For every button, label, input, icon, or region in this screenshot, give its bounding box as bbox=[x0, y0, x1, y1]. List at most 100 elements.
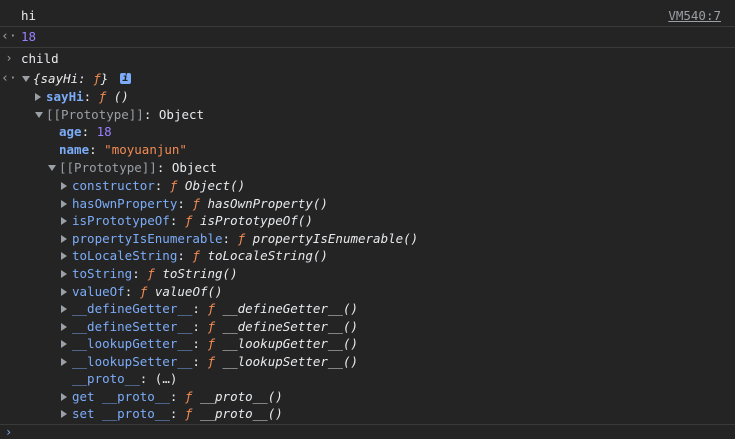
property-key: __lookupGetter__ bbox=[72, 336, 193, 351]
property-key: __lookupSetter__ bbox=[72, 354, 193, 369]
property-key: __proto__ bbox=[72, 371, 140, 386]
function-signature: __defineGetter__() bbox=[222, 301, 359, 316]
property-key: toLocaleString bbox=[72, 248, 178, 263]
triangle-right-icon[interactable] bbox=[61, 340, 67, 348]
triangle-right-icon[interactable] bbox=[61, 217, 67, 225]
function-signature: valueOf() bbox=[154, 284, 223, 299]
method-entry: propertyIsEnumerable: ƒ propertyIsEnumer… bbox=[72, 231, 419, 246]
setter-entry: set __proto__: ƒ __proto__() bbox=[72, 406, 283, 421]
tree-item-getter[interactable]: get __proto__: ƒ __proto__() bbox=[0, 388, 735, 406]
name-entry: name: "moyuanjun" bbox=[59, 142, 187, 157]
method-entry: isPrototypeOf: ƒ isPrototypeOf() bbox=[72, 213, 313, 228]
function-marker: ƒ bbox=[147, 266, 155, 281]
prototype-label: [[Prototype]] bbox=[59, 160, 157, 175]
devtools-console: hi VM540:7 ‹· 18 › child ‹· {sayHi: ƒ} i… bbox=[0, 0, 735, 439]
prototype-label: [[Prototype]] bbox=[46, 107, 144, 122]
method-entry: valueOf: ƒ valueOf() bbox=[72, 284, 223, 299]
tree-item-prototype-nested[interactable]: [[Prototype]]: Object bbox=[0, 159, 735, 177]
tree-item-method[interactable]: toString: ƒ toString() bbox=[0, 265, 735, 283]
method-entry: constructor: ƒ Object() bbox=[72, 178, 246, 193]
input-command: child bbox=[21, 51, 59, 66]
tree-item-method[interactable]: constructor: ƒ Object() bbox=[0, 177, 735, 195]
log-text: hi bbox=[21, 8, 37, 23]
tree-item-method[interactable]: __defineGetter__: ƒ __defineGetter__() bbox=[0, 300, 735, 318]
tree-item-method[interactable]: valueOf: ƒ valueOf() bbox=[0, 283, 735, 301]
function-marker: ƒ bbox=[184, 213, 193, 228]
tree-item-setter[interactable]: set __proto__: ƒ __proto__() bbox=[0, 405, 735, 423]
function-signature: __lookupGetter__() bbox=[222, 336, 359, 351]
function-marker: ƒ bbox=[207, 301, 216, 316]
function-signature: __lookupSetter__() bbox=[222, 354, 359, 369]
console-result-row: ‹· 18 bbox=[0, 26, 735, 48]
preview-open-brace: { bbox=[33, 71, 41, 86]
function-marker: ƒ bbox=[98, 89, 107, 104]
console-log-message: hi VM540:7 bbox=[0, 5, 735, 27]
function-marker: ƒ bbox=[139, 284, 148, 299]
triangle-right-icon[interactable] bbox=[61, 182, 67, 190]
tree-item-proto-accessor[interactable]: __proto__: (…) bbox=[0, 370, 735, 388]
property-key: __defineSetter__ bbox=[72, 319, 193, 334]
triangle-right-icon[interactable] bbox=[61, 200, 67, 208]
function-signature: __defineSetter__() bbox=[222, 319, 359, 334]
tree-item-method[interactable]: __lookupSetter__: ƒ __lookupSetter__() bbox=[0, 353, 735, 371]
triangle-right-icon[interactable] bbox=[61, 235, 67, 243]
method-entry: __defineSetter__: ƒ __defineSetter__() bbox=[72, 319, 359, 334]
function-signature: propertyIsEnumerable() bbox=[252, 231, 419, 246]
sayhi-entry: sayHi: ƒ () bbox=[46, 89, 129, 104]
triangle-right-icon[interactable] bbox=[35, 93, 41, 101]
triangle-down-icon[interactable] bbox=[48, 165, 56, 171]
age-entry: age: 18 bbox=[59, 124, 112, 139]
tree-item-sayhi[interactable]: sayHi: ƒ () bbox=[0, 88, 735, 106]
property-value: 18 bbox=[96, 124, 112, 139]
triangle-right-icon[interactable] bbox=[61, 288, 67, 296]
accessor-prefix: set bbox=[72, 406, 95, 421]
preview-close-brace: } bbox=[100, 71, 109, 86]
function-signature: isPrototypeOf() bbox=[199, 213, 313, 228]
prototype-value: Object bbox=[158, 107, 205, 122]
info-icon[interactable]: i bbox=[119, 73, 131, 84]
triangle-right-icon[interactable] bbox=[61, 323, 67, 331]
tree-item-method[interactable]: propertyIsEnumerable: ƒ propertyIsEnumer… bbox=[0, 230, 735, 248]
tree-item-method[interactable]: __defineSetter__: ƒ __defineSetter__() bbox=[0, 318, 735, 336]
console-input-row: › child bbox=[0, 48, 735, 69]
console-prompt[interactable]: › bbox=[0, 424, 735, 439]
result-value: 18 bbox=[21, 29, 37, 44]
method-entry: toString: ƒ toString() bbox=[72, 266, 238, 281]
object-preview: {sayHi: ƒ} i bbox=[33, 70, 131, 88]
method-entry: toLocaleString: ƒ toLocaleString() bbox=[72, 248, 328, 263]
tree-item-age: age: 18 bbox=[0, 123, 735, 141]
triangle-right-icon[interactable] bbox=[61, 305, 67, 313]
property-key: age bbox=[59, 124, 82, 139]
tree-item-method[interactable]: hasOwnProperty: ƒ hasOwnProperty() bbox=[0, 195, 735, 213]
getter-entry: get __proto__: ƒ __proto__() bbox=[72, 389, 283, 404]
property-key: sayHi bbox=[46, 89, 84, 104]
preview-colon: : bbox=[78, 71, 86, 86]
triangle-right-icon[interactable] bbox=[61, 358, 67, 366]
prototype-value: Object bbox=[171, 160, 218, 175]
function-marker: ƒ bbox=[169, 178, 178, 193]
tree-item-method[interactable]: toLocaleString: ƒ toLocaleString() bbox=[0, 247, 735, 265]
triangle-right-icon[interactable] bbox=[61, 410, 67, 418]
method-entry: __lookupSetter__: ƒ __lookupSetter__() bbox=[72, 354, 359, 369]
arrow-left-icon: ‹· bbox=[1, 29, 17, 44]
preview-key: sayHi bbox=[40, 71, 79, 86]
triangle-right-icon[interactable] bbox=[61, 393, 67, 401]
function-marker: ƒ bbox=[237, 231, 246, 246]
property-key: propertyIsEnumerable bbox=[72, 231, 223, 246]
proto-accessor-entry: __proto__: (…) bbox=[72, 371, 178, 386]
triangle-down-icon[interactable] bbox=[35, 112, 43, 118]
arrow-left-icon: ‹· bbox=[1, 71, 17, 86]
source-location-link[interactable]: VM540:7 bbox=[668, 5, 721, 26]
accessor-value[interactable]: (…) bbox=[155, 371, 178, 386]
property-key: isPrototypeOf bbox=[72, 213, 170, 228]
property-key: __defineGetter__ bbox=[72, 301, 193, 316]
tree-item-method[interactable]: __lookupGetter__: ƒ __lookupGetter__() bbox=[0, 335, 735, 353]
property-value: "moyuanjun" bbox=[104, 142, 187, 157]
triangle-right-icon[interactable] bbox=[61, 270, 67, 278]
object-preview-row[interactable]: ‹· {sayHi: ƒ} i bbox=[0, 70, 735, 88]
method-entry: __lookupGetter__: ƒ __lookupGetter__() bbox=[72, 336, 359, 351]
triangle-down-icon[interactable] bbox=[22, 76, 30, 82]
tree-item-prototype[interactable]: [[Prototype]]: Object bbox=[0, 106, 735, 124]
tree-item-method[interactable]: isPrototypeOf: ƒ isPrototypeOf() bbox=[0, 212, 735, 230]
triangle-right-icon[interactable] bbox=[61, 252, 67, 260]
